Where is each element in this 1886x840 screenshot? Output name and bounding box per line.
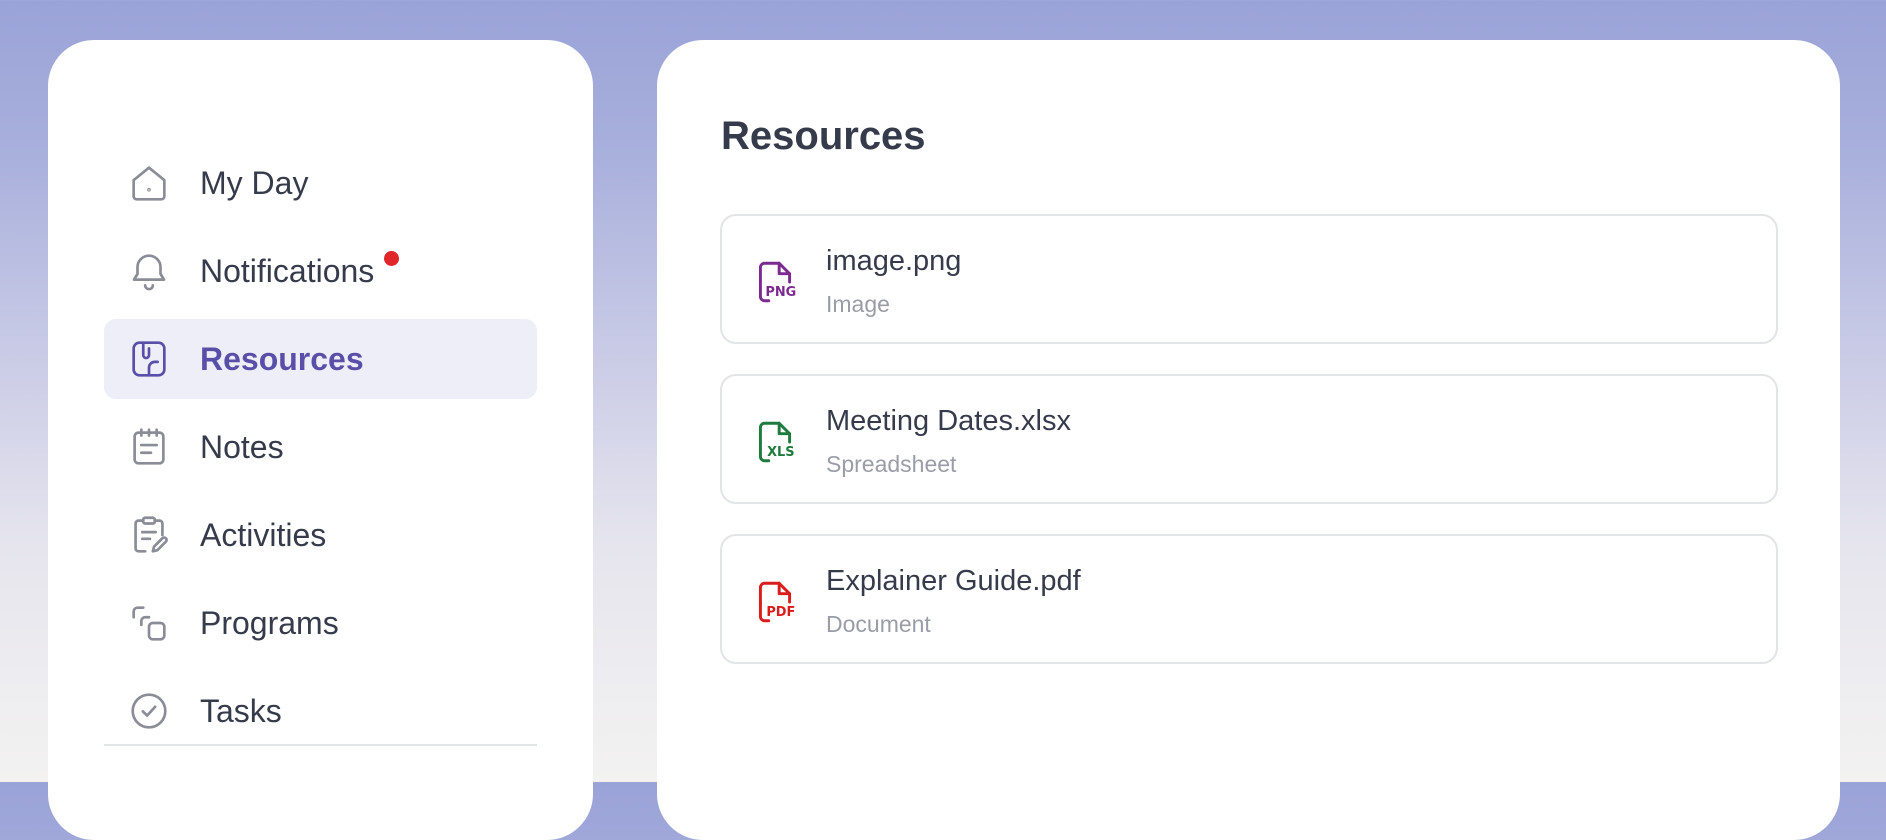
paperclip-icon [126,336,172,382]
sidebar-item-label: Resources [200,341,364,377]
xls-file-icon: XLS [750,416,800,468]
sidebar-item-programs[interactable]: Programs [104,583,537,663]
page-title: Resources [721,114,926,158]
file-name: Meeting Dates.xlsx [826,405,1071,437]
sidebar-item-notes[interactable]: Notes [104,407,537,487]
sidebar-item-label: Notes [200,429,284,465]
pdf-file-icon: PDF [750,576,800,628]
file-name: Explainer Guide.pdf [826,565,1081,597]
file-type: Document [826,611,931,637]
sidebar-item-label: Tasks [200,693,282,729]
resource-item-image[interactable]: PNG image.png Image [720,214,1778,344]
resource-list: PNG image.png Image XLS Meeting Dates.xl… [720,214,1778,694]
sidebar: My Day Notifications Resources Notes Act… [48,40,593,840]
copy-squares-icon [126,600,172,646]
sidebar-item-my-day[interactable]: My Day [104,143,537,223]
svg-text:PNG: PNG [765,285,796,300]
resource-item-spreadsheet[interactable]: XLS Meeting Dates.xlsx Spreadsheet [720,374,1778,504]
png-file-icon: PNG [750,256,800,308]
svg-text:XLS: XLS [767,445,794,460]
sidebar-item-activities[interactable]: Activities [104,495,537,575]
sidebar-item-label: Programs [200,605,339,641]
sidebar-nav: My Day Notifications Resources Notes Act… [104,143,537,759]
file-type: Spreadsheet [826,451,957,477]
file-name: image.png [826,245,962,277]
clipboard-edit-icon [126,512,172,558]
home-icon [126,160,172,206]
resource-item-document[interactable]: PDF Explainer Guide.pdf Document [720,534,1778,664]
file-type: Image [826,291,890,317]
bell-icon [126,248,172,294]
svg-text:PDF: PDF [766,605,795,620]
sidebar-divider [104,744,537,746]
notepad-icon [126,424,172,470]
sidebar-item-label: Activities [200,517,327,553]
sidebar-item-tasks[interactable]: Tasks [104,671,537,751]
notification-dot [384,251,400,266]
sidebar-item-resources[interactable]: Resources [104,319,537,399]
check-circle-icon [126,688,172,734]
sidebar-item-notifications[interactable]: Notifications [104,231,537,311]
main-panel: Resources PNG image.png Image XLS Meetin… [657,40,1840,840]
sidebar-item-label: My Day [200,165,309,201]
sidebar-item-label: Notifications [200,253,375,289]
